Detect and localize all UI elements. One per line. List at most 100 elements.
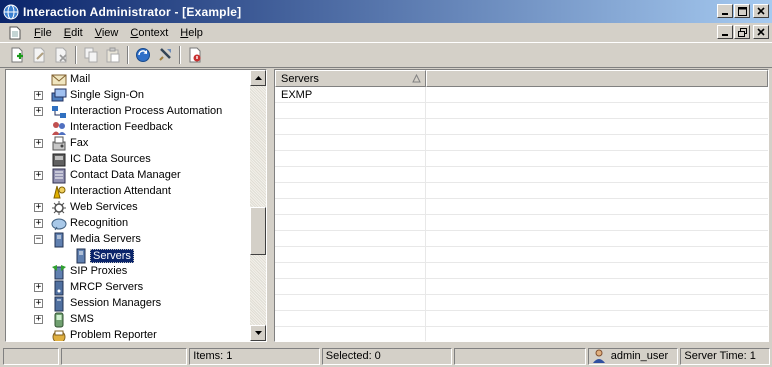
new-button[interactable] bbox=[6, 44, 28, 66]
empty-row bbox=[275, 311, 768, 327]
title-bar: Interaction Administrator - [Example] bbox=[0, 0, 772, 23]
edit-icon bbox=[33, 47, 45, 63]
tree-item[interactable]: − Media Servers bbox=[6, 232, 250, 248]
filter-button[interactable] bbox=[154, 44, 176, 66]
tree-item[interactable]: + Contact Data Manager bbox=[6, 168, 250, 184]
tree-item[interactable]: Problem Reporter bbox=[6, 328, 250, 341]
tree-item-label: SMS bbox=[70, 313, 94, 325]
tree-item[interactable]: Interaction Feedback bbox=[6, 120, 250, 136]
scroll-thumb[interactable] bbox=[250, 207, 266, 255]
column-divider bbox=[425, 87, 426, 341]
tree-expander[interactable]: + bbox=[34, 203, 43, 212]
empty-row bbox=[275, 199, 768, 215]
tree-item-label: Session Managers bbox=[70, 297, 162, 309]
tree-item[interactable]: Interaction Attendant bbox=[6, 184, 250, 200]
tree-expander[interactable]: + bbox=[34, 219, 43, 228]
minimize-button[interactable] bbox=[717, 4, 733, 18]
mdi-restore-button[interactable] bbox=[734, 25, 750, 39]
column-header-label: Servers bbox=[281, 72, 319, 85]
close-button[interactable] bbox=[753, 4, 769, 18]
tree-item[interactable]: Mail bbox=[6, 72, 250, 88]
tree-item-label: SIP Proxies bbox=[70, 265, 128, 277]
tree-vertical-scrollbar[interactable] bbox=[250, 70, 266, 341]
tree-item-label: Interaction Attendant bbox=[70, 185, 171, 197]
session-manager-icon bbox=[54, 296, 64, 312]
tree-item[interactable]: + Single Sign-On bbox=[6, 88, 250, 104]
tree-expander[interactable]: + bbox=[34, 139, 43, 148]
menu-file[interactable]: File bbox=[28, 27, 58, 39]
tree-item[interactable]: + Recognition bbox=[6, 216, 250, 232]
toolbar-separator bbox=[179, 46, 181, 64]
column-header-blank[interactable] bbox=[426, 70, 768, 87]
menu-bar: File Edit View Context Help bbox=[0, 23, 772, 42]
table-row[interactable]: EXMP bbox=[275, 87, 768, 103]
attendant-icon bbox=[53, 185, 66, 199]
scroll-down-arrow[interactable] bbox=[250, 325, 266, 341]
tree-expander[interactable]: + bbox=[34, 91, 43, 100]
status-blank-left bbox=[60, 347, 188, 365]
paste-button[interactable] bbox=[102, 44, 124, 66]
tree-expander[interactable]: + bbox=[34, 107, 43, 116]
empty-row bbox=[275, 119, 768, 135]
tree-item-label: Mail bbox=[70, 73, 91, 85]
document-icon[interactable] bbox=[8, 26, 22, 40]
tree-item[interactable]: Servers bbox=[6, 248, 250, 264]
tree-item[interactable]: + Interaction Process Automation bbox=[6, 104, 250, 120]
recognition-icon bbox=[51, 218, 67, 231]
status-panel-blank bbox=[3, 347, 59, 365]
refresh-button[interactable] bbox=[132, 44, 154, 66]
copy-icon bbox=[84, 47, 98, 63]
tree-expander[interactable]: + bbox=[34, 299, 43, 308]
empty-row bbox=[275, 327, 768, 341]
tree-item-label: Interaction Feedback bbox=[70, 121, 173, 133]
sip-proxy-icon bbox=[52, 265, 66, 280]
empty-row bbox=[275, 247, 768, 263]
feedback-icon bbox=[52, 122, 66, 135]
tree-expander[interactable]: + bbox=[34, 171, 43, 180]
sso-icon bbox=[51, 88, 67, 102]
tree-item[interactable]: SIP Proxies bbox=[6, 264, 250, 280]
tree-item-label: IC Data Sources bbox=[70, 153, 151, 165]
tree-item[interactable]: + Web Services bbox=[6, 200, 250, 216]
scroll-up-arrow[interactable] bbox=[250, 70, 266, 86]
column-header-servers[interactable]: Servers bbox=[275, 70, 426, 87]
tree-expander[interactable]: + bbox=[34, 283, 43, 292]
status-bar: Items: 1 Selected: 0 admin_user Server T… bbox=[0, 345, 772, 367]
tree-item[interactable]: + Fax bbox=[6, 136, 250, 152]
status-items: Items: 1 bbox=[189, 347, 320, 365]
menu-help[interactable]: Help bbox=[174, 27, 209, 39]
tree-item[interactable]: IC Data Sources bbox=[6, 152, 250, 168]
empty-row bbox=[275, 263, 768, 279]
tree-expander[interactable]: − bbox=[34, 235, 43, 244]
tree-item[interactable]: + SMS bbox=[6, 312, 250, 328]
status-blank-right bbox=[454, 347, 586, 365]
empty-row bbox=[275, 103, 768, 119]
tree-item-label: Interaction Process Automation bbox=[70, 105, 223, 117]
mdi-close-button[interactable] bbox=[753, 25, 769, 39]
toolbar-separator bbox=[75, 46, 77, 64]
mdi-minimize-button[interactable] bbox=[717, 25, 733, 39]
maximize-button[interactable] bbox=[734, 4, 750, 18]
tree-item-label: Problem Reporter bbox=[70, 329, 157, 341]
copy-button[interactable] bbox=[80, 44, 102, 66]
paste-icon bbox=[106, 47, 120, 63]
mail-icon bbox=[51, 74, 67, 86]
window-title: Interaction Administrator - [Example] bbox=[23, 4, 242, 19]
menu-context[interactable]: Context bbox=[124, 27, 174, 39]
toolbar bbox=[0, 42, 772, 68]
edit-button[interactable] bbox=[28, 44, 50, 66]
help-button[interactable] bbox=[184, 44, 206, 66]
status-user-label: admin_user bbox=[610, 350, 669, 362]
tree-view[interactable]: Mail + Single Sign-On + Interaction Process … bbox=[5, 69, 267, 342]
menu-edit[interactable]: Edit bbox=[58, 27, 89, 39]
status-server-time: Server Time: 1 bbox=[680, 347, 770, 365]
tree-item[interactable]: + MRCP Servers bbox=[6, 280, 250, 296]
tree-item[interactable]: + Session Managers bbox=[6, 296, 250, 312]
tree-expander[interactable]: + bbox=[34, 315, 43, 324]
server-name-cell: EXMP bbox=[281, 89, 313, 101]
servers-list[interactable]: Servers EXMP bbox=[274, 69, 769, 342]
empty-row bbox=[275, 167, 768, 183]
list-header: Servers bbox=[275, 70, 768, 87]
menu-view[interactable]: View bbox=[89, 27, 125, 39]
delete-button[interactable] bbox=[50, 44, 72, 66]
